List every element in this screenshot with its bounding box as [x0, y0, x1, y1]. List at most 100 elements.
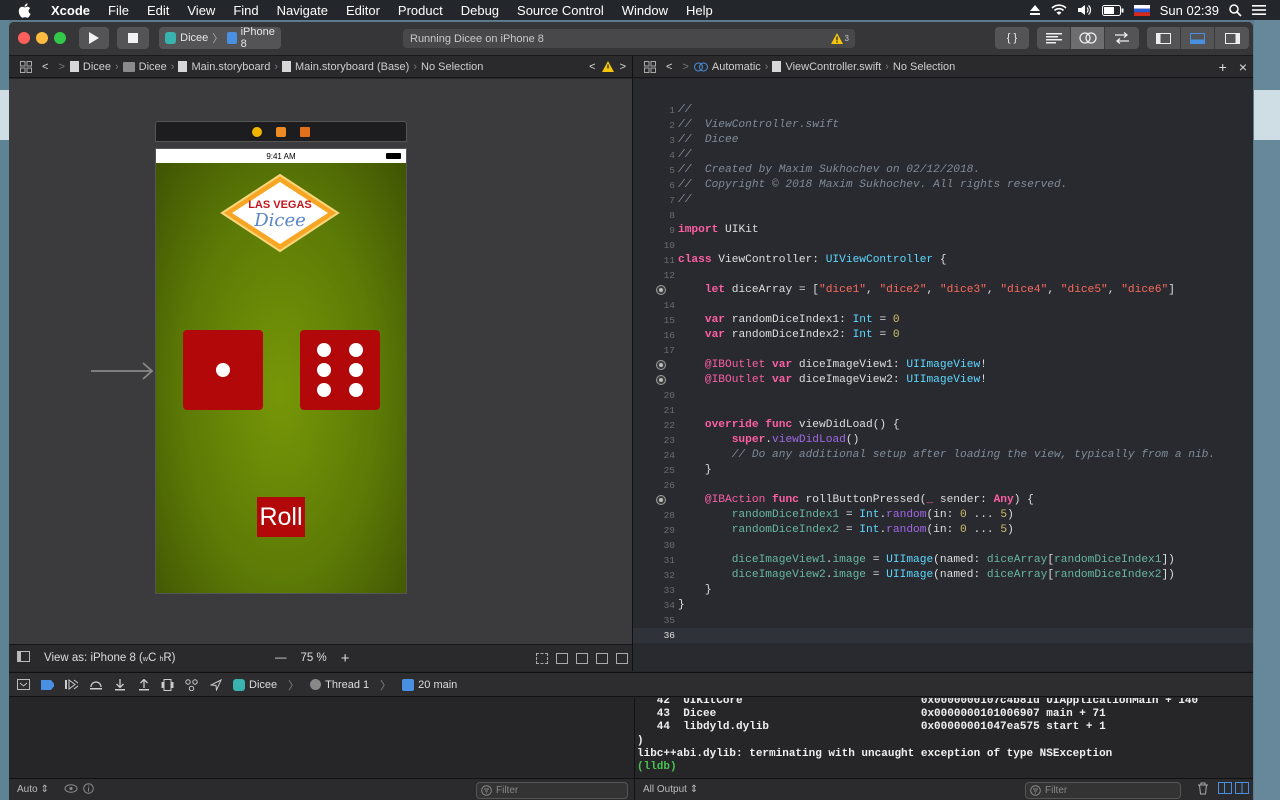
- line-number[interactable]: 16: [633, 328, 675, 343]
- memory-graph-icon[interactable]: [185, 678, 198, 691]
- console-output[interactable]: 42 UIKitCore 0x0000000107c4b81d UIApplic…: [635, 698, 1253, 778]
- notification-center-icon[interactable]: [1252, 4, 1266, 16]
- code-line[interactable]: 1//: [633, 103, 1253, 118]
- outlet-connection-icon[interactable]: [656, 375, 666, 385]
- run-button[interactable]: [79, 27, 109, 49]
- code-editor[interactable]: 1//2// ViewController.swift 3// Dicee 4//5…: [633, 79, 1253, 671]
- code-line[interactable]: 21: [633, 403, 1253, 418]
- code-line[interactable]: 24 // Do any additional setup after load…: [633, 448, 1253, 463]
- code-line[interactable]: 25 }: [633, 463, 1253, 478]
- iphone-scene[interactable]: 9:41 AM LAS VEGAS Dicee Roll: [155, 148, 407, 594]
- line-number[interactable]: 36: [633, 628, 675, 643]
- menu-navigate[interactable]: Navigate: [268, 3, 337, 18]
- roll-button[interactable]: Roll: [257, 497, 305, 537]
- minimize-window-button[interactable]: [36, 32, 48, 44]
- line-number[interactable]: 33: [633, 583, 675, 598]
- line-number[interactable]: 10: [633, 238, 675, 253]
- back-icon[interactable]: <: [42, 61, 48, 73]
- scene-dock[interactable]: [155, 121, 407, 142]
- volume-icon[interactable]: [1077, 4, 1092, 16]
- line-number[interactable]: 3: [633, 133, 675, 148]
- code-line[interactable]: 9 import UIKit: [633, 223, 1253, 238]
- resolve-issues-icon[interactable]: [616, 652, 628, 664]
- breadcrumb-folder[interactable]: Dicee: [122, 61, 167, 73]
- menu-app-name[interactable]: Xcode: [42, 3, 99, 18]
- next-issue-icon[interactable]: >: [620, 61, 626, 73]
- code-line[interactable]: 35: [633, 613, 1253, 628]
- breadcrumb-selection[interactable]: No Selection: [893, 61, 955, 73]
- code-line[interactable]: 31 diceImageView1.image = UIImage(named:…: [633, 553, 1253, 568]
- line-number[interactable]: 17: [633, 343, 675, 358]
- menubar-clock[interactable]: Sun 02:39: [1160, 3, 1219, 18]
- version-editor-button[interactable]: [1105, 27, 1139, 49]
- menu-product[interactable]: Product: [389, 3, 452, 18]
- code-line[interactable]: @IBOutlet var diceImageView2: UIImageVie…: [633, 373, 1253, 388]
- line-number[interactable]: 8: [633, 208, 675, 223]
- code-line[interactable]: 10: [633, 238, 1253, 253]
- menu-edit[interactable]: Edit: [138, 3, 178, 18]
- flag-icon[interactable]: [1133, 4, 1150, 16]
- stop-button[interactable]: [117, 27, 149, 49]
- variables-filter-field[interactable]: Filter: [476, 782, 628, 799]
- storyboard-canvas[interactable]: 9:41 AM LAS VEGAS Dicee Roll: [9, 79, 632, 644]
- console-filter-field[interactable]: Filter: [1025, 782, 1181, 799]
- code-line[interactable]: 11 class ViewController: UIViewController…: [633, 253, 1253, 268]
- forward-icon[interactable]: >: [682, 61, 688, 73]
- update-frames-icon[interactable]: [536, 652, 548, 664]
- debug-breadcrumb-thread[interactable]: Thread 1: [310, 679, 369, 691]
- line-number[interactable]: 7: [633, 193, 675, 208]
- step-out-icon[interactable]: [137, 678, 150, 691]
- line-number[interactable]: 31: [633, 553, 675, 568]
- view-hierarchy-icon[interactable]: [161, 678, 174, 691]
- step-over-icon[interactable]: [89, 679, 102, 691]
- trash-icon[interactable]: [1197, 782, 1209, 798]
- previous-issue-icon[interactable]: <: [589, 61, 595, 73]
- line-number[interactable]: 20: [633, 388, 675, 403]
- output-selector[interactable]: All Output ⇕: [643, 784, 698, 795]
- code-line[interactable]: 2// ViewController.swift: [633, 118, 1253, 133]
- line-number[interactable]: 22: [633, 418, 675, 433]
- debug-breadcrumb-app[interactable]: Dicee: [233, 678, 277, 691]
- menu-view[interactable]: View: [178, 3, 224, 18]
- line-number[interactable]: 34: [633, 598, 675, 613]
- exit-icon[interactable]: [300, 126, 310, 137]
- inspector-toggle-button[interactable]: [1215, 27, 1249, 49]
- line-number[interactable]: 28: [633, 508, 675, 523]
- code-line[interactable]: 8: [633, 208, 1253, 223]
- code-line[interactable]: 32 diceImageView2.image = UIImage(named:…: [633, 568, 1253, 583]
- simulate-location-icon[interactable]: [209, 678, 222, 691]
- add-constraints-icon[interactable]: [596, 652, 608, 664]
- embed-in-stack-icon[interactable]: [556, 652, 568, 664]
- warning-icon[interactable]: [601, 61, 614, 72]
- close-editor-icon[interactable]: ×: [1239, 59, 1247, 75]
- debug-breadcrumb-frame[interactable]: 20 main: [402, 678, 457, 691]
- dice-image-view-1[interactable]: [183, 330, 263, 410]
- line-number[interactable]: 14: [633, 298, 675, 313]
- debug-area-toggle-button[interactable]: [1181, 27, 1215, 49]
- line-number[interactable]: 29: [633, 523, 675, 538]
- line-number[interactable]: 15: [633, 313, 675, 328]
- step-into-icon[interactable]: [113, 678, 126, 691]
- outlet-connection-icon[interactable]: [656, 285, 666, 295]
- outlet-connection-icon[interactable]: [656, 360, 666, 370]
- code-line[interactable]: 14: [633, 298, 1253, 313]
- info-icon[interactable]: [83, 782, 94, 797]
- line-number[interactable]: 24: [633, 448, 675, 463]
- menu-source-control[interactable]: Source Control: [508, 3, 613, 18]
- breakpoints-toggle-icon[interactable]: [41, 679, 54, 691]
- code-line[interactable]: 36: [633, 628, 1253, 643]
- continue-icon[interactable]: [65, 679, 78, 691]
- dicee-logo-image[interactable]: LAS VEGAS Dicee: [220, 173, 340, 257]
- breadcrumb-project[interactable]: Dicee: [69, 61, 111, 73]
- code-line[interactable]: 28 randomDiceIndex1 = Int.random(in: 0 .…: [633, 508, 1253, 523]
- scheme-selector[interactable]: Dicee 〉 iPhone 8: [159, 26, 281, 50]
- code-line[interactable]: 29 randomDiceIndex2 = Int.random(in: 0 .…: [633, 523, 1253, 538]
- eye-icon[interactable]: [64, 783, 78, 796]
- code-line[interactable]: 3// Dicee: [633, 133, 1253, 148]
- related-items-icon[interactable]: [644, 60, 656, 73]
- apple-menu-icon[interactable]: [16, 2, 32, 18]
- code-line[interactable]: 34}: [633, 598, 1253, 613]
- line-number[interactable]: 23: [633, 433, 675, 448]
- code-line[interactable]: 4//: [633, 148, 1253, 163]
- standard-editor-button[interactable]: [1037, 27, 1071, 49]
